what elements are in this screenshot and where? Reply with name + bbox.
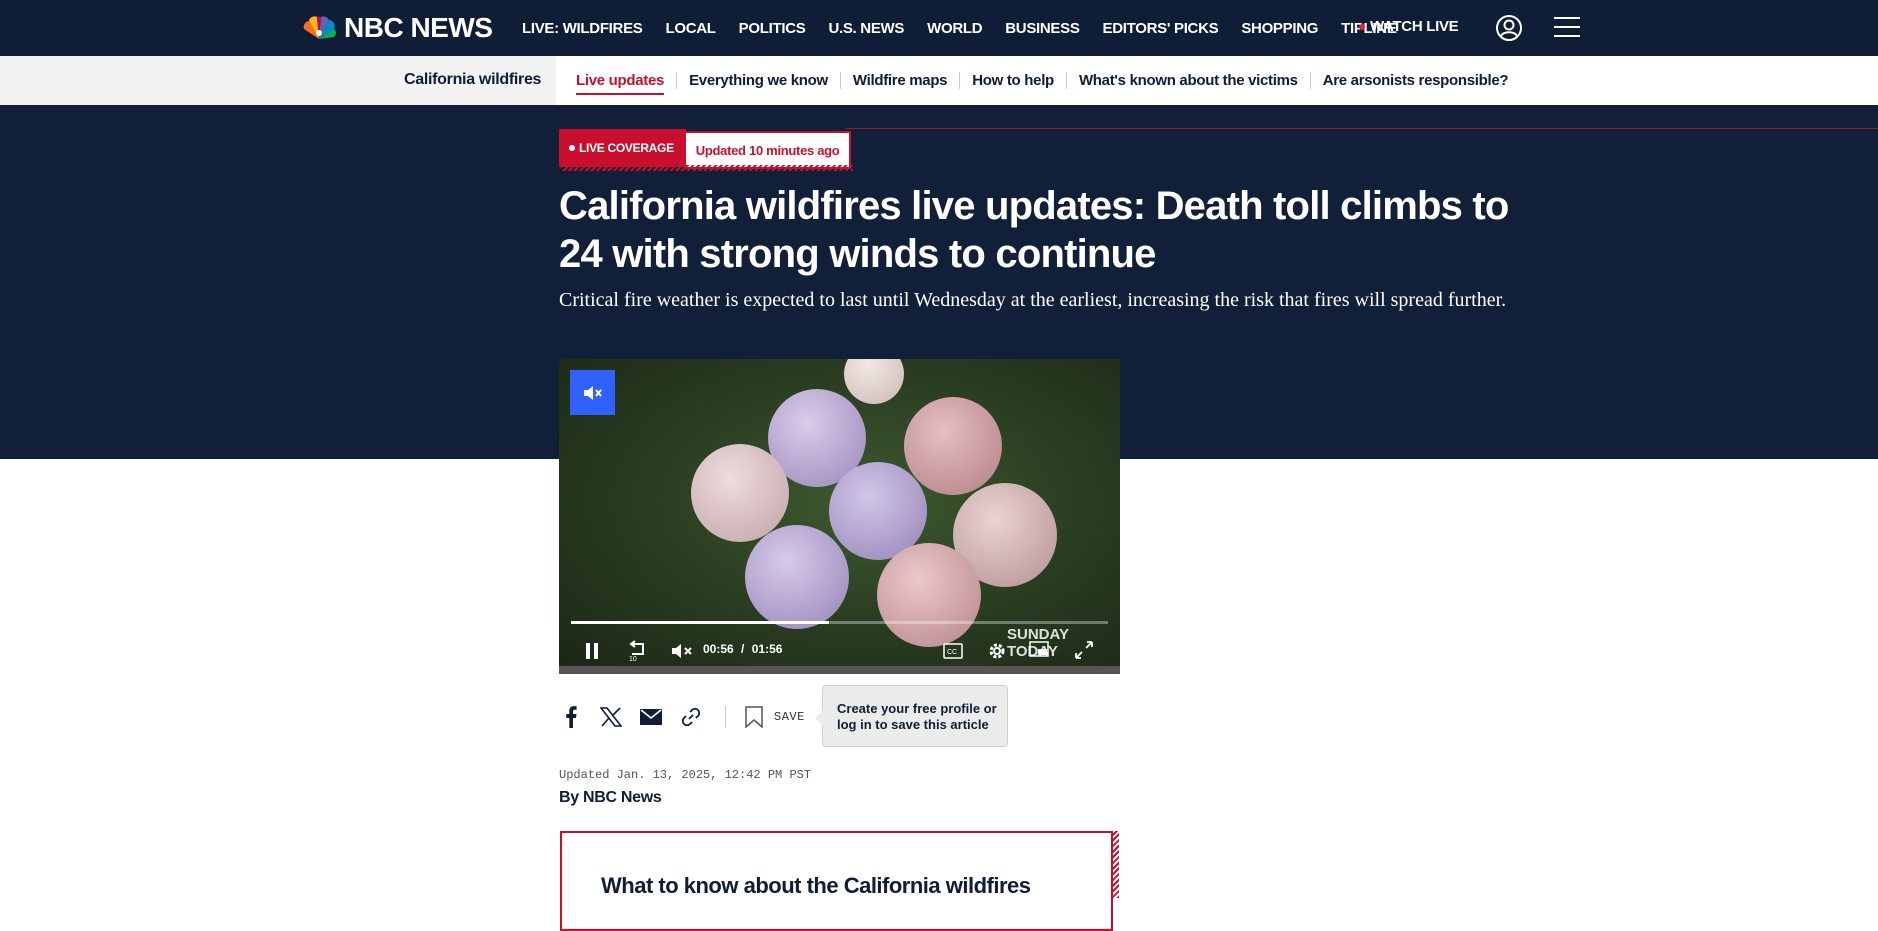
subnav-link-arsonists[interactable]: Are arsonists responsible? — [1311, 72, 1521, 89]
live-dot-icon — [1359, 23, 1365, 30]
video-frame-coin — [904, 397, 1002, 495]
settings-gear-icon[interactable] — [987, 641, 1007, 661]
byline-author-link[interactable]: NBC News — [583, 789, 662, 806]
nav-item-politics[interactable]: POLITICS — [739, 20, 806, 37]
unmute-button[interactable] — [570, 370, 615, 415]
video-progress-fill — [571, 621, 829, 624]
email-share-button[interactable] — [639, 705, 663, 729]
facebook-share-button[interactable] — [559, 705, 583, 729]
video-frame-coin — [877, 543, 981, 647]
updated-badge: Updated 10 minutes ago — [685, 131, 852, 169]
article-headline: California wildfires live updates: Death… — [559, 184, 1509, 276]
volume-muted-icon[interactable] — [671, 642, 693, 660]
tooltip-arrow — [815, 710, 823, 726]
watch-live-label: WATCH LIVE — [1370, 18, 1459, 35]
nav-item-world[interactable]: WORLD — [927, 20, 982, 37]
hamburger-menu-icon[interactable] — [1554, 14, 1580, 40]
what-to-know-title: What to know about the California wildfi… — [601, 873, 1031, 898]
live-coverage-text: LIVE COVERAGE — [579, 141, 674, 155]
peacock-logo-icon — [303, 16, 336, 39]
share-toolbar: SAVE — [559, 702, 805, 732]
envelope-icon — [640, 709, 662, 725]
article-updated-timestamp: Updated Jan. 13, 2025, 12:42 PM PST — [559, 768, 812, 782]
save-tooltip-text: Create your free profile or log in to sa… — [837, 701, 997, 732]
live-dot-icon — [569, 145, 575, 151]
video-watermark: SUNDAY TODAY — [1007, 626, 1069, 660]
video-frame-coin — [745, 525, 849, 629]
closed-captions-icon[interactable]: CC — [943, 643, 963, 659]
video-time-separator: / — [741, 642, 745, 656]
section-subnav: California wildfires Live updates Everyt… — [0, 56, 1878, 105]
video-player[interactable]: 10 00:56 / 01:56 CC SUNDAY TODAY — [559, 359, 1120, 674]
top-navigation-bar: NBC NEWS LIVE: WILDFIRES LOCAL POLITICS … — [0, 0, 1878, 56]
subnav-link-live-updates[interactable]: Live updates — [564, 72, 678, 89]
subnav-link-wildfire-maps[interactable]: Wildfire maps — [841, 72, 961, 89]
live-coverage-label: LIVE COVERAGE — [559, 129, 686, 167]
subnav-link-how-to-help[interactable]: How to help — [960, 72, 1067, 89]
article-byline: By NBC News — [559, 789, 662, 807]
badge-hatch — [561, 165, 853, 171]
link-icon — [681, 707, 701, 727]
svg-text:CC: CC — [947, 649, 957, 656]
live-coverage-badge: LIVE COVERAGE Updated 10 minutes ago — [559, 129, 853, 171]
nbc-news-logo[interactable]: NBC NEWS — [300, 11, 493, 45]
user-circle-icon[interactable] — [1495, 14, 1523, 42]
save-bookmark-button[interactable] — [742, 705, 766, 729]
x-share-button[interactable] — [599, 705, 623, 729]
nav-item-editors-picks[interactable]: EDITORS' PICKS — [1103, 20, 1219, 37]
video-frame-coin — [844, 359, 904, 404]
save-label[interactable]: SAVE — [774, 710, 805, 724]
nav-item-shopping[interactable]: SHOPPING — [1241, 20, 1318, 37]
bookmark-icon — [745, 706, 763, 728]
nav-item-live-wildfires[interactable]: LIVE: WILDFIRES — [522, 20, 643, 37]
x-icon — [600, 707, 622, 727]
watch-live-link[interactable]: WATCH LIVE — [1359, 18, 1459, 35]
rewind-10-icon[interactable]: 10 — [627, 640, 647, 662]
byline-prefix: By — [559, 789, 583, 806]
speaker-muted-icon — [583, 385, 602, 400]
subnav-links: Live updates Everything we know Wildfire… — [564, 56, 1520, 105]
facebook-icon — [566, 706, 577, 728]
svg-text:10: 10 — [629, 656, 637, 662]
video-duration: 01:56 — [751, 642, 783, 656]
subnav-title[interactable]: California wildfires — [404, 71, 541, 89]
hero-rule — [845, 128, 1878, 129]
nav-item-business[interactable]: BUSINESS — [1005, 20, 1080, 37]
share-divider — [725, 706, 726, 728]
nav-item-us-news[interactable]: U.S. NEWS — [828, 20, 904, 37]
video-progress-bar[interactable] — [571, 621, 1108, 624]
save-tooltip: Create your free profile or log in to sa… — [815, 685, 1008, 747]
video-frame-coin — [691, 444, 789, 542]
video-current-time: 00:56 — [703, 642, 734, 656]
subnav-link-victims[interactable]: What's known about the victims — [1067, 72, 1311, 89]
pause-icon[interactable] — [585, 642, 599, 660]
logo-wordmark: NBC NEWS — [344, 12, 493, 43]
subnav-link-everything-we-know[interactable]: Everything we know — [677, 72, 841, 89]
video-buffer-bar — [559, 666, 1120, 674]
copy-link-button[interactable] — [679, 705, 703, 729]
video-time: 00:56 / 01:56 — [703, 642, 782, 656]
article-dek: Critical fire weather is expected to las… — [559, 289, 1507, 311]
what-to-know-hatch — [1111, 831, 1119, 898]
primary-nav: LIVE: WILDFIRES LOCAL POLITICS U.S. NEWS… — [522, 0, 1420, 56]
nav-item-local[interactable]: LOCAL — [666, 20, 716, 37]
